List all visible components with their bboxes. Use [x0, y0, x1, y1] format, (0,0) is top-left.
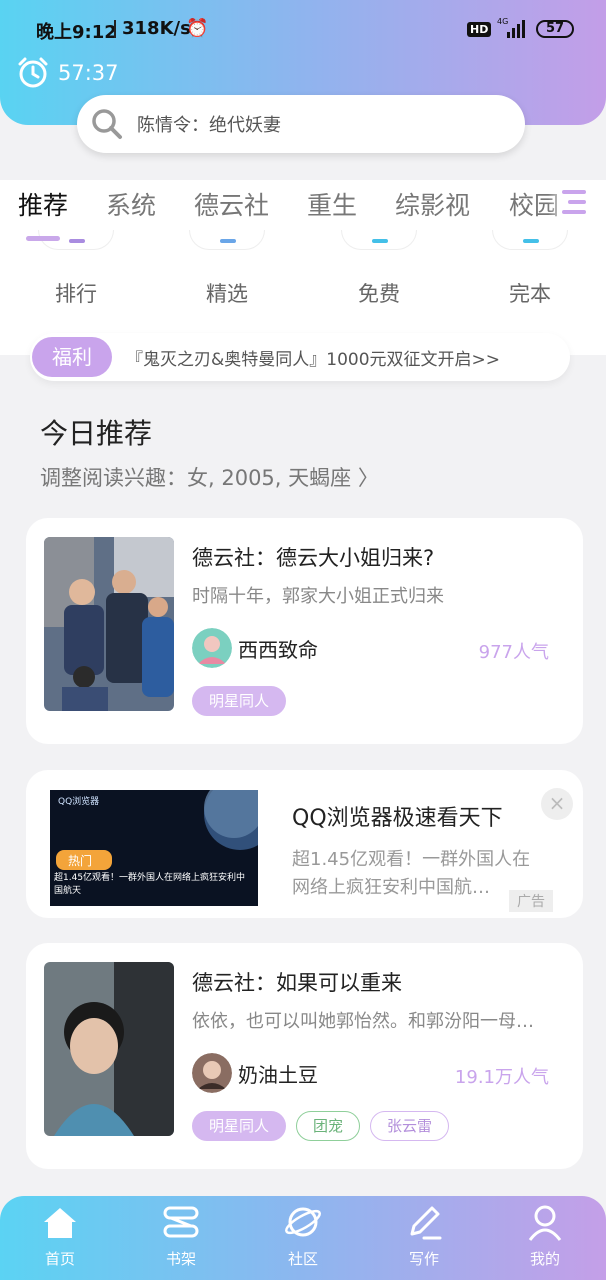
- ad-description: 超1.45亿观看！一群外国人在网络上疯狂安利中国航…: [292, 849, 531, 898]
- ad-image[interactable]: QQ浏览器 热门 超1.45亿观看！一群外国人在网络上疯狂安利中国航天: [50, 790, 258, 906]
- reading-interest-link[interactable]: 调整阅读兴趣：女, 2005, 天蝎座 〉: [40, 462, 379, 492]
- home-icon: [44, 1208, 76, 1238]
- battery-indicator: 57: [536, 20, 574, 38]
- nav-label: 社区: [287, 1250, 318, 1268]
- welfare-text: 『鬼灭之刃&奥特曼同人』1000元双征文开启>>: [126, 349, 501, 370]
- nav-home[interactable]: 首页: [20, 1202, 100, 1269]
- quick-link-ranking[interactable]: 排行: [26, 230, 126, 308]
- nav-community[interactable]: 社区: [263, 1202, 343, 1269]
- book-author[interactable]: 奶油土豆: [192, 1053, 318, 1093]
- book-card[interactable]: 德云社：德云大小姐归来? 时隔十年，郭家大小姐正式归来 西西致命 977人气 明…: [26, 518, 583, 744]
- popularity-count: 19.1万人气: [454, 1067, 549, 1088]
- section-title: 今日推荐: [40, 417, 153, 450]
- reading-timer[interactable]: 57:37: [16, 56, 119, 90]
- book-tag[interactable]: 明星同人: [192, 1111, 287, 1141]
- book-description: 时隔十年，郭家大小姐正式归来: [192, 586, 444, 607]
- book-title: 德云社：德云大小姐归来?: [192, 546, 435, 570]
- nav-label: 首页: [44, 1250, 75, 1268]
- completed-icon: [492, 230, 568, 250]
- book-author[interactable]: 西西致命: [192, 628, 318, 668]
- tab-menu-button[interactable]: [548, 182, 598, 222]
- book-cover[interactable]: [44, 962, 174, 1136]
- book-card[interactable]: 德云社：如果可以重来 依依，也可以叫她郭怡然。和郭汾阳一母… 奶油土豆 19.1…: [26, 943, 583, 1169]
- active-tab-indicator: [26, 236, 60, 241]
- featured-icon: [189, 230, 265, 250]
- bottom-nav: 首页 书架 社区 写作 我的: [0, 1196, 606, 1280]
- user-icon: [528, 1205, 562, 1241]
- book-tag[interactable]: 张云雷: [370, 1111, 450, 1141]
- status-bar: 晚上9:12 318K/s ⏰ HD 4G 57: [0, 12, 606, 46]
- status-separator: [114, 20, 116, 38]
- category-tabs: 推荐 系统 德云社 重生 综影视 校园: [0, 180, 606, 230]
- menu-icon: [562, 190, 586, 214]
- book-cover[interactable]: [44, 537, 174, 711]
- bookshelf-icon: [163, 1206, 199, 1238]
- signal-icon: 4G: [497, 17, 525, 38]
- popularity-count: 977人气: [478, 642, 549, 663]
- avatar: [192, 628, 232, 668]
- nav-label: 书架: [165, 1250, 196, 1268]
- network-type: 4G: [497, 17, 508, 26]
- book-description: 依依，也可以叫她郭怡然。和郭汾阳一母…: [192, 1011, 534, 1032]
- tab-system[interactable]: 系统: [106, 186, 156, 222]
- quick-link-free[interactable]: 免费: [329, 230, 429, 308]
- quick-link-featured[interactable]: 精选: [177, 230, 277, 308]
- tab-deyunshe[interactable]: 德云社: [194, 186, 269, 222]
- book-tag[interactable]: 团宠: [296, 1111, 361, 1141]
- search-placeholder: 陈情令：绝代妖妻: [137, 115, 281, 136]
- ad-card[interactable]: QQ浏览器 热门 超1.45亿观看！一群外国人在网络上疯狂安利中国航天 QQ浏览…: [26, 770, 583, 918]
- search-bar[interactable]: 陈情令：绝代妖妻: [77, 95, 525, 153]
- tab-film-tv[interactable]: 综影视: [395, 186, 470, 222]
- quick-link-label: 精选: [206, 282, 248, 306]
- alarm-icon: ⏰: [186, 18, 209, 39]
- book-tag[interactable]: 明星同人: [192, 686, 287, 716]
- nav-label: 写作: [408, 1250, 439, 1268]
- book-title: 德云社：如果可以重来: [192, 971, 402, 995]
- nav-bookshelf[interactable]: 书架: [141, 1202, 221, 1269]
- timer-value: 57:37: [58, 61, 119, 85]
- network-speed: 318K/s: [122, 18, 191, 39]
- search-icon: [92, 109, 122, 139]
- ad-label: 广告: [509, 890, 553, 912]
- pen-icon: [410, 1206, 442, 1240]
- status-time: 晚上9:12: [36, 22, 117, 43]
- planet-icon: [285, 1207, 321, 1237]
- avatar: [192, 1053, 232, 1093]
- nav-write[interactable]: 写作: [384, 1202, 464, 1269]
- tab-recommend[interactable]: 推荐: [18, 186, 68, 222]
- quick-link-label: 排行: [55, 282, 97, 306]
- ad-cover-brand: QQ浏览器: [58, 795, 99, 807]
- ad-title: QQ浏览器极速看天下: [292, 806, 503, 831]
- book-tags: 明星同人 团宠 张云雷: [192, 1111, 450, 1141]
- hd-badge: HD: [467, 22, 492, 37]
- alarm-clock-icon: [18, 57, 48, 88]
- author-name: 奶油土豆: [238, 1062, 318, 1087]
- nav-label: 我的: [529, 1250, 560, 1268]
- ad-cover-hot: 热门: [68, 853, 92, 868]
- welfare-banner[interactable]: 福利 『鬼灭之刃&奥特曼同人』1000元双征文开启>>: [30, 333, 570, 381]
- quick-link-completed[interactable]: 完本: [480, 230, 580, 308]
- tab-rebirth[interactable]: 重生: [307, 186, 357, 222]
- welfare-badge: 福利: [32, 337, 112, 377]
- book-tags: 明星同人: [192, 686, 287, 716]
- quick-link-label: 完本: [509, 282, 551, 306]
- close-icon[interactable]: ×: [541, 788, 573, 820]
- author-name: 西西致命: [238, 637, 318, 662]
- quick-link-label: 免费: [358, 282, 400, 306]
- nav-profile[interactable]: 我的: [505, 1202, 585, 1269]
- free-icon: [341, 230, 417, 250]
- ad-cover-caption: 超1.45亿观看！一群外国人在网络上疯狂安利中国航天: [54, 873, 246, 896]
